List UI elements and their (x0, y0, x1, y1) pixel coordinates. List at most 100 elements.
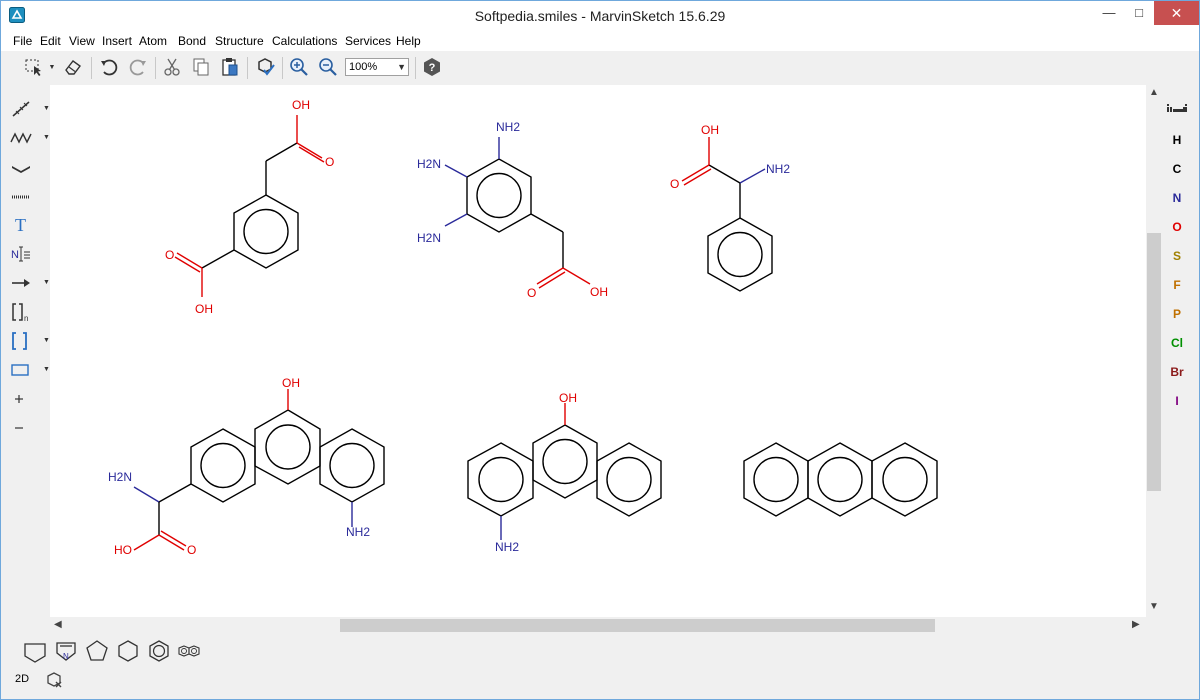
element-cl[interactable]: Cl (1163, 336, 1191, 350)
zoom-out-icon (319, 58, 337, 76)
scroll-right-arrow-icon[interactable]: ▶ (1132, 619, 1140, 630)
pentagon-template[interactable] (83, 637, 111, 665)
selection-tool-button[interactable] (23, 56, 45, 78)
atom-label-oh: OH (195, 302, 213, 316)
bond-tool-icon (12, 101, 30, 117)
atom-label-h2n: H2N (417, 231, 441, 245)
zoom-in-button[interactable] (288, 56, 310, 78)
menu-calculations[interactable]: Calculations (272, 34, 337, 48)
cyclohexane-template[interactable] (114, 637, 142, 665)
menu-view[interactable]: View (69, 34, 95, 48)
scissors-icon (164, 58, 180, 76)
minimize-button[interactable]: — (1094, 1, 1124, 25)
chevron-down-icon: ▼ (43, 279, 50, 286)
atom-label-icon: N (11, 246, 30, 262)
scroll-down-arrow-icon[interactable]: ▼ (1149, 601, 1159, 612)
zoom-in-icon (290, 58, 308, 76)
scroll-up-arrow-icon[interactable]: ▲ (1149, 87, 1159, 98)
menu-edit[interactable]: Edit (40, 34, 61, 48)
positive-charge-tool[interactable] (9, 387, 39, 411)
maximize-button[interactable]: □ (1124, 1, 1154, 25)
chevron-down-icon: ▼ (43, 134, 50, 141)
zoom-level-select[interactable]: 100% ▼ (345, 58, 409, 76)
minus-icon (15, 427, 23, 429)
text-tool[interactable]: T (9, 213, 39, 237)
chain-tool[interactable]: ▼ (9, 126, 50, 150)
menu-bond[interactable]: Bond (178, 34, 206, 48)
atom-label-tool[interactable]: N (9, 242, 39, 266)
zoom-out-button[interactable] (317, 56, 339, 78)
text-tool-icon: T (15, 214, 26, 235)
toolbar-separator (415, 57, 416, 79)
menu-atom[interactable]: Atom (139, 34, 167, 48)
bracket-tool[interactable]: ▼ (9, 329, 50, 353)
atom-label-h2n: H2N (417, 157, 441, 171)
plus-icon (15, 395, 23, 403)
atom-label-nh2: NH2 (346, 525, 370, 539)
status-bar: 2D (1, 669, 1199, 691)
template-toolbar: N (1, 635, 1199, 665)
horizontal-scroll-thumb[interactable] (340, 619, 935, 632)
reaction-arrow-tool[interactable]: ▼ (9, 271, 50, 295)
copy-icon (193, 58, 209, 76)
element-n[interactable]: N (1163, 191, 1191, 205)
element-br[interactable]: Br (1163, 365, 1191, 379)
svg-text:n: n (24, 314, 28, 323)
undo-button[interactable] (98, 56, 120, 78)
bracket-n-icon: n (12, 303, 28, 323)
rectangle-tool[interactable]: ▼ (9, 358, 50, 382)
main-toolbar: ▼ 100% ▼ ? (1, 53, 1199, 83)
element-p[interactable]: P (1163, 307, 1191, 321)
menu-insert[interactable]: Insert (102, 34, 132, 48)
cyclopentane-template[interactable] (21, 637, 49, 665)
svg-text:N: N (63, 652, 69, 661)
vertical-scroll-thumb[interactable] (1147, 233, 1161, 491)
benzene-template[interactable] (145, 637, 173, 665)
copy-button[interactable] (190, 56, 212, 78)
rectangle-select-icon (25, 59, 41, 76)
arrow-right-icon (12, 279, 30, 287)
erase-button[interactable] (62, 56, 84, 78)
pyrrole-template[interactable]: N (52, 637, 80, 665)
menu-services[interactable]: Services (345, 34, 391, 48)
menu-structure[interactable]: Structure (215, 34, 264, 48)
check-structure-button[interactable] (254, 56, 276, 78)
cut-button[interactable] (161, 56, 183, 78)
drawing-canvas[interactable]: OH O O OH NH2 H2N H2N O OH OH O NH2 OH H… (50, 85, 1146, 617)
element-h[interactable]: H (1163, 133, 1191, 147)
repeating-unit-bracket-tool[interactable]: n (9, 300, 39, 324)
element-c[interactable]: C (1163, 162, 1191, 176)
menu-file[interactable]: File (13, 34, 32, 48)
periodic-table-button[interactable] (1163, 101, 1191, 118)
benzene-icon (149, 640, 169, 662)
chevron-down-icon: ▼ (43, 105, 50, 112)
element-s[interactable]: S (1163, 249, 1191, 263)
dimension-mode-label[interactable]: 2D (15, 673, 29, 685)
scroll-left-arrow-icon[interactable]: ◀ (54, 619, 62, 630)
help-button[interactable]: ? (421, 56, 443, 78)
atom-label-o: O (187, 543, 196, 557)
element-f[interactable]: F (1163, 278, 1191, 292)
toolbar-separator (247, 57, 248, 79)
undo-icon (101, 59, 118, 76)
negative-charge-tool[interactable] (9, 416, 39, 440)
molecule-6 (743, 442, 938, 517)
redo-button[interactable] (127, 56, 149, 78)
clean-structure-icon[interactable] (45, 671, 63, 689)
paste-button[interactable] (219, 56, 241, 78)
hashed-bond-tool[interactable] (9, 184, 39, 208)
element-i[interactable]: I (1163, 394, 1191, 408)
atom-label-oh: OH (701, 123, 719, 137)
selection-dropdown-icon[interactable]: ▼ (47, 56, 57, 78)
menu-help[interactable]: Help (396, 34, 421, 48)
naphthalene-template[interactable] (176, 637, 204, 665)
single-bond-tool[interactable]: ▼ (9, 97, 50, 121)
close-button[interactable]: ✕ (1154, 1, 1199, 25)
molecule-5 (467, 403, 662, 540)
chevron-down-icon: ▼ (397, 62, 406, 72)
wedge-bond-tool[interactable] (9, 155, 39, 179)
atom-label-ho: HO (114, 543, 132, 557)
menu-bar: File Edit View Insert Atom Bond Structur… (1, 31, 1199, 51)
element-o[interactable]: O (1163, 220, 1191, 234)
atom-label-o: O (670, 177, 679, 191)
